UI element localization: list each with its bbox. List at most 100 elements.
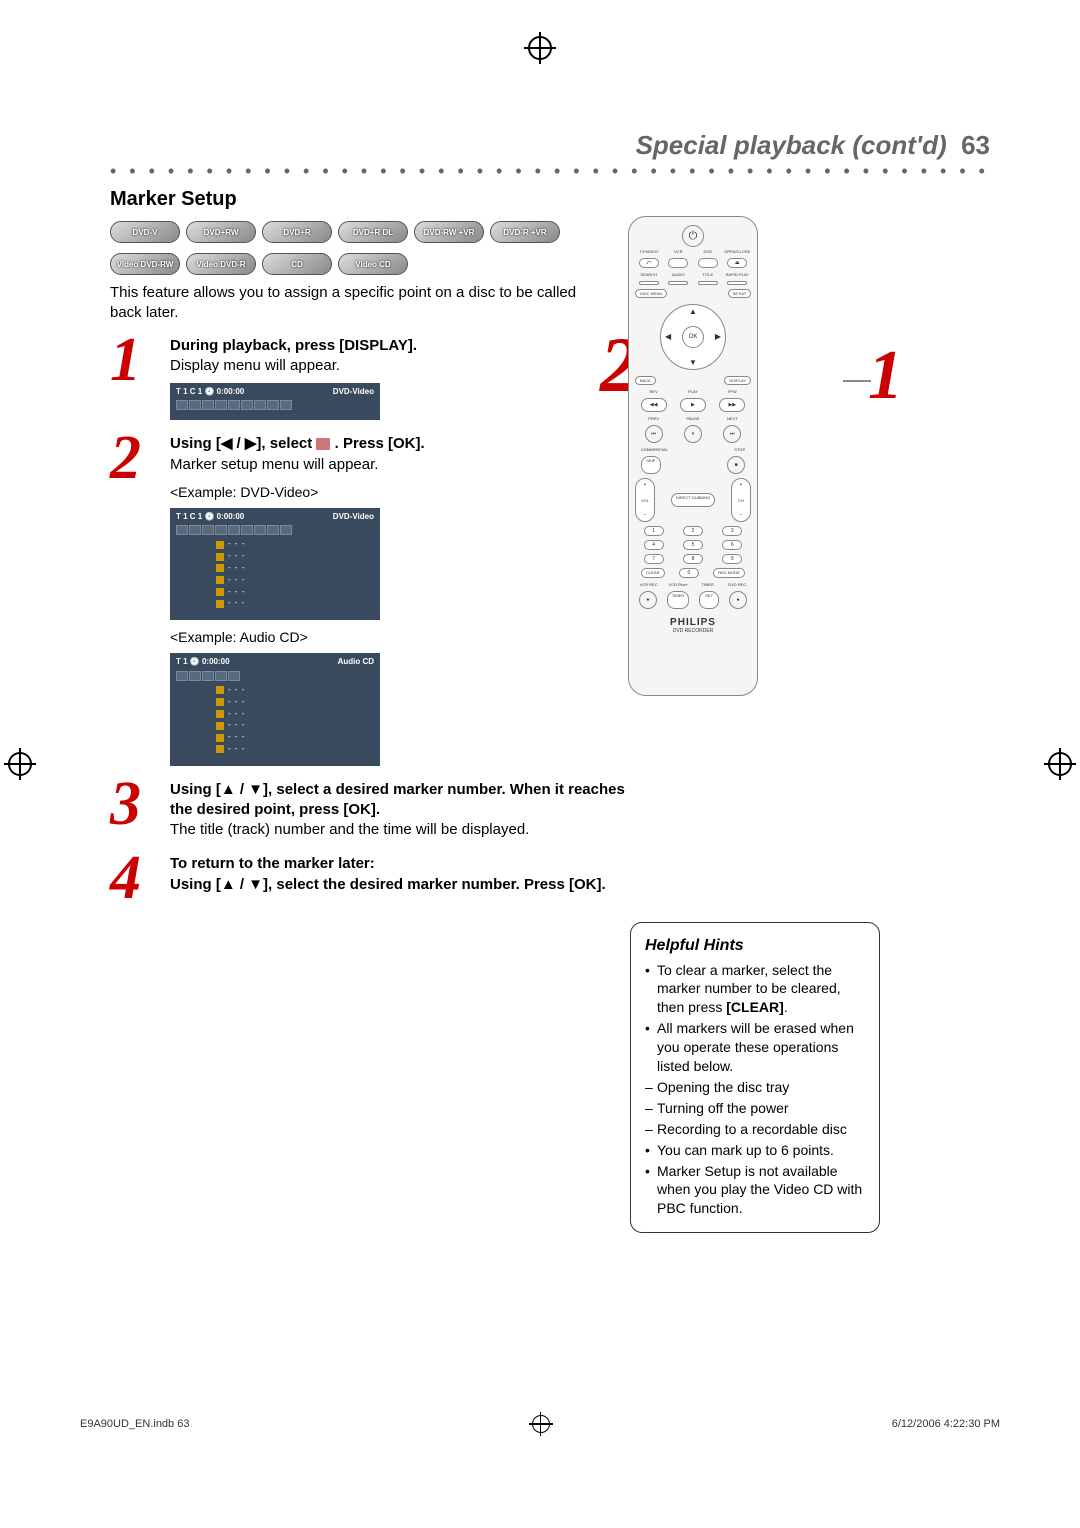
arrow-left-icon: ◀ <box>665 332 671 341</box>
hint-item: Recording to a recordable disc <box>645 1120 865 1139</box>
hint-item: Turning off the power <box>645 1099 865 1118</box>
clear-button: CLEAR <box>641 568 664 578</box>
num-4: 4 <box>644 540 664 550</box>
step-4: 4 To return to the marker later: Using [… <box>110 854 630 904</box>
hints-title: Helpful Hints <box>645 935 865 957</box>
registration-mark-bottom <box>532 1415 550 1433</box>
osd-icon-row <box>176 671 374 681</box>
example-label: <Example: DVD-Video> <box>170 483 630 502</box>
nav-pad: ▲ ▼ ◀ ▶ OK <box>660 304 726 370</box>
brand-label: PHILIPS <box>670 617 716 628</box>
step-number: 1 <box>110 336 160 386</box>
section-title: Marker Setup <box>110 188 990 211</box>
play-button: ▶ <box>680 398 706 412</box>
pause-button: ⏸ <box>684 425 702 443</box>
step-body: Display menu will appear. <box>170 357 340 374</box>
disc-badge: DVD-R +VR <box>490 221 560 243</box>
pill-button <box>639 281 659 285</box>
registration-mark-left <box>8 752 32 776</box>
disc-badge: DVD+RW <box>186 221 256 243</box>
setup-button: SETUP <box>728 289 751 298</box>
star-icon <box>216 576 224 584</box>
osd-panel: T 1 C 1 🕘 0:00:00 DVD-Video <box>170 383 380 421</box>
disc-badge: DVD-RW +VR <box>414 221 484 243</box>
osd-marker-list: - - - - - - - - - - - - - - - - - - <box>176 539 374 609</box>
skip-button: SKIP <box>641 456 661 474</box>
pill-button <box>698 258 718 268</box>
hint-item: Marker Setup is not available when you p… <box>645 1162 865 1219</box>
step-3: 3 Using [▲ / ▼], select a desired marker… <box>110 780 630 841</box>
star-icon <box>216 686 224 694</box>
vol-rocker: +VOL− <box>635 478 655 522</box>
disc-badge: Video DVD-R <box>186 253 256 275</box>
osd-top-left: T 1 C 1 🕘 0:00:00 <box>176 512 244 523</box>
osd-top-left: T 1 🕘 0:00:00 <box>176 657 230 668</box>
num-2: 2 <box>683 526 703 536</box>
disc-badge: Video CD <box>338 253 408 275</box>
star-icon <box>216 710 224 718</box>
back-button: BACK <box>635 376 656 385</box>
hint-item: To clear a marker, select the marker num… <box>645 961 865 1018</box>
rec-button: ● <box>639 591 657 609</box>
osd-top-right: DVD-Video <box>333 512 374 523</box>
num-7: 7 <box>644 554 664 564</box>
registration-mark-right <box>1048 752 1072 776</box>
arrow-up-icon: ▲ <box>689 307 697 316</box>
disc-menu-button: DISC MENU <box>635 289 667 298</box>
num-1: 1 <box>644 526 664 536</box>
pill-button: ⤺ <box>639 258 659 268</box>
callout-one: 1 <box>868 336 903 416</box>
footer-right: 6/12/2006 4:22:30 PM <box>892 1418 1000 1430</box>
star-icon <box>216 722 224 730</box>
remote-control-illustration: ⏻ TV/VIDEOVCRDVDOPEN/CLOSE ⤺⏏ SEARCHAUDI… <box>628 216 758 696</box>
star-icon <box>216 600 224 608</box>
ch-rocker: +CH− <box>731 478 751 522</box>
pill-button <box>698 281 718 285</box>
registration-mark-top <box>528 36 552 60</box>
step-body: Marker setup menu will appear. <box>170 456 378 473</box>
callout-leader-line <box>843 380 871 382</box>
rec-button: ● <box>729 591 747 609</box>
pill-button <box>668 258 688 268</box>
stop-button: ■ <box>727 456 745 474</box>
disc-badge-row2: Video DVD-RW Video DVD-R CD Video CD <box>110 253 990 275</box>
num-6: 6 <box>722 540 742 550</box>
arrow-down-icon: ▼ <box>689 358 697 367</box>
osd-panel-dvd: T 1 C 1 🕘 0:00:00 DVD-Video - - - - - - … <box>170 508 380 621</box>
step-title: Using [▲ / ▼], select a desired marker n… <box>170 781 625 818</box>
brand-sublabel: DVD RECORDER <box>673 628 714 634</box>
chapter-title: Special playback (cont'd) <box>636 130 947 160</box>
disc-badge: CD <box>262 253 332 275</box>
arrow-right-icon: ▶ <box>715 332 721 341</box>
helpful-hints-box: Helpful Hints To clear a marker, select … <box>630 922 880 1233</box>
hint-item: You can mark up to 6 points. <box>645 1141 865 1160</box>
osd-top-right: Audio CD <box>338 657 374 668</box>
num-0: 0 <box>679 568 699 578</box>
star-icon <box>216 553 224 561</box>
pill-button: ⏏ <box>727 258 747 268</box>
osd-top-left: T 1 C 1 🕘 0:00:00 <box>176 387 244 398</box>
example-label: <Example: Audio CD> <box>170 628 630 647</box>
step-number: 4 <box>110 854 160 904</box>
step-number: 3 <box>110 780 160 830</box>
step-title: To return to the marker later: Using [▲ … <box>170 855 606 892</box>
step-title: Using [◀ / ▶], select . Press [OK]. <box>170 435 425 452</box>
num-5: 5 <box>683 540 703 550</box>
intro-text: This feature allows you to assign a spec… <box>110 283 600 322</box>
star-icon <box>216 588 224 596</box>
chapter-heading: Special playback (cont'd) 63 <box>110 130 990 161</box>
star-icon <box>216 541 224 549</box>
star-icon <box>216 564 224 572</box>
prev-button: ⏮ <box>645 425 663 443</box>
disc-badge: DVD-V <box>110 221 180 243</box>
footer-left: E9A90UD_EN.indb 63 <box>80 1418 189 1430</box>
osd-top-right: DVD-Video <box>333 387 374 398</box>
disc-badge: DVD+R DL <box>338 221 408 243</box>
page-number: 63 <box>961 130 990 160</box>
step-title: During playback, press [DISPLAY]. <box>170 337 417 354</box>
dotted-rule: • • • • • • • • • • • • • • • • • • • • … <box>110 161 990 182</box>
ok-button: OK <box>682 326 704 348</box>
osd-marker-list: - - - - - - - - - - - - - - - - - - <box>176 685 374 755</box>
page-content: Special playback (cont'd) 63 • • • • • •… <box>110 130 990 1368</box>
hint-item: Opening the disc tray <box>645 1078 865 1097</box>
